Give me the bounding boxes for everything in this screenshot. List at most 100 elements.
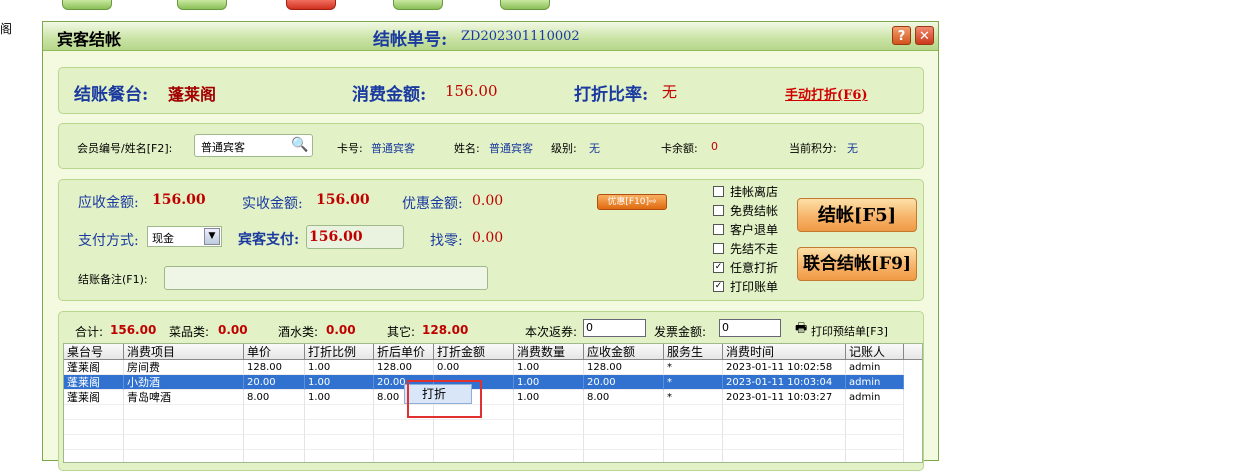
option-free-checkout[interactable]: 免费结帐 — [713, 203, 778, 219]
table-cell — [723, 435, 846, 450]
toolbar-button[interactable] — [177, 0, 227, 10]
member-panel: 会员编号/姓名[F2]: 普通宾客 🔍 卡号: 普通宾客 姓名: 普通宾客 级别… — [58, 123, 924, 169]
option-any-discount[interactable]: ✓ 任意打折 — [713, 260, 778, 276]
payment-method-select[interactable]: 现金 ▼ — [147, 226, 222, 247]
discount-rate-value: 无 — [662, 83, 678, 101]
table-cell — [846, 405, 904, 420]
table-cell — [723, 405, 846, 420]
checkbox-checked[interactable]: ✓ — [713, 262, 724, 273]
table-cell: 8.00 — [584, 390, 664, 405]
checkbox[interactable] — [713, 224, 724, 235]
table-cell — [124, 420, 244, 435]
search-icon[interactable]: 🔍 — [291, 137, 308, 153]
printer-icon[interactable]: 🖶 — [795, 319, 807, 341]
print-prebill-button[interactable]: 打印预结单[F3] — [811, 323, 888, 339]
member-id-input[interactable]: 普通宾客 — [201, 139, 245, 155]
option-hang-account[interactable]: 挂帐离店 — [713, 184, 778, 200]
dialog-titlebar[interactable]: 宾客结帐 结帐单号: ZD202301110002 ? ✕ — [43, 22, 938, 51]
toolbar-button[interactable] — [286, 0, 336, 10]
column-header[interactable]: 折后单价 — [374, 344, 434, 360]
table-label: 结账餐台: — [74, 85, 149, 105]
table-cell: 128.00 — [374, 360, 434, 375]
column-header[interactable]: 桌台号 — [64, 344, 124, 360]
table-cell — [374, 435, 434, 450]
table-cell: 小劲酒 — [124, 375, 244, 390]
table-cell — [305, 420, 374, 435]
member-search-field[interactable]: 普通宾客 🔍 — [194, 134, 313, 157]
dialog-title: 宾客结帐 — [57, 30, 122, 49]
help-button[interactable]: ? — [892, 26, 911, 45]
column-header[interactable]: 消费时间 — [723, 344, 846, 360]
option-print-bill[interactable]: ✓ 打印账单 — [713, 279, 778, 295]
card-label: 卡号: — [337, 142, 363, 155]
checkbox[interactable] — [713, 205, 724, 216]
table-cell — [305, 435, 374, 450]
option-pay-stay[interactable]: 先结不走 — [713, 241, 778, 257]
column-header[interactable]: 消费数量 — [514, 344, 584, 360]
dish-value: 0.00 — [218, 323, 248, 337]
table-cell — [305, 405, 374, 420]
points-label: 当前积分: — [789, 142, 837, 155]
column-header[interactable]: 记账人 — [846, 344, 904, 360]
level-value: 无 — [589, 142, 600, 155]
member-id-label: 会员编号/姓名[F2]: — [77, 142, 173, 155]
table-cell: 房间费 — [124, 360, 244, 375]
checkbox[interactable] — [713, 243, 724, 254]
payment-method-value: 现金 — [152, 232, 174, 245]
name-label: 姓名: — [454, 142, 480, 155]
toolbar-button[interactable] — [62, 0, 112, 10]
table-cell: 2023-01-11 10:03:04 — [723, 375, 846, 390]
table-cell — [64, 420, 124, 435]
checkout-button[interactable]: 结帐[F5] — [797, 198, 917, 232]
column-header[interactable]: 单价 — [244, 344, 305, 360]
close-icon: ✕ — [919, 29, 930, 44]
drink-label: 酒水类: — [278, 325, 319, 339]
column-header[interactable]: 打折比例 — [305, 344, 374, 360]
remark-input[interactable] — [164, 266, 488, 290]
table-cell: 青岛啤酒 — [124, 390, 244, 405]
toolbar-button[interactable] — [500, 0, 550, 10]
highlight-box — [407, 380, 482, 418]
table-value: 蓬莱阁 — [168, 85, 217, 104]
remark-label: 结账备注(F1): — [78, 273, 148, 286]
promo-button[interactable]: 优惠[F10]⇨ — [597, 194, 667, 210]
table-cell — [244, 420, 305, 435]
table-cell: 0.00 — [434, 360, 514, 375]
table-cell — [64, 405, 124, 420]
change-value: 0.00 — [472, 230, 504, 246]
column-header[interactable]: 服务生 — [664, 344, 723, 360]
table-cell: 1.00 — [305, 390, 374, 405]
table-cell: * — [664, 375, 723, 390]
receivable-label: 应收金额: — [78, 195, 139, 211]
checkbox-checked[interactable]: ✓ — [713, 281, 724, 292]
column-header[interactable]: 打折金额 — [434, 344, 514, 360]
toolbar-button[interactable] — [393, 0, 443, 10]
table-cell: admin — [846, 360, 904, 375]
guest-pay-field[interactable]: 156.00 — [306, 225, 404, 249]
table-cell: admin — [846, 390, 904, 405]
table-cell — [846, 420, 904, 435]
column-header[interactable]: 消费项目 — [124, 344, 244, 360]
table-cell: 128.00 — [244, 360, 305, 375]
dish-label: 菜品类: — [169, 325, 210, 339]
guest-pay-value[interactable]: 156.00 — [309, 229, 363, 245]
table-cell: 1.00 — [514, 360, 584, 375]
option-customer-return[interactable]: 客户退单 — [713, 222, 778, 238]
table-cell: 20.00 — [244, 375, 305, 390]
table-cell — [723, 420, 846, 435]
consumption-table[interactable]: 桌台号 消费项目 单价 打折比例 折后单价 打折金额 消费数量 应收金额 服务生 消费时间 记账人蓬… — [63, 343, 923, 463]
balance-label: 卡余额: — [661, 142, 698, 155]
discount-rate-label: 打折比率: — [574, 85, 649, 105]
invoice-input[interactable]: 0 — [719, 319, 781, 337]
table-cell: 蓬莱阁 — [64, 375, 124, 390]
manual-discount-link[interactable]: 手动打折(F6) — [785, 84, 868, 103]
table-cell: 2023-01-11 10:03:27 — [723, 390, 846, 405]
column-header[interactable]: 应收金额 — [584, 344, 664, 360]
table-cell — [64, 435, 124, 450]
amount-label: 消费金额: — [352, 85, 427, 105]
close-button[interactable]: ✕ — [915, 26, 934, 45]
joint-checkout-button[interactable]: 联合结帐[F9] — [797, 247, 917, 281]
chevron-down-icon[interactable]: ▼ — [204, 228, 220, 245]
rebate-input[interactable]: 0 — [583, 319, 646, 337]
checkbox[interactable] — [713, 186, 724, 197]
